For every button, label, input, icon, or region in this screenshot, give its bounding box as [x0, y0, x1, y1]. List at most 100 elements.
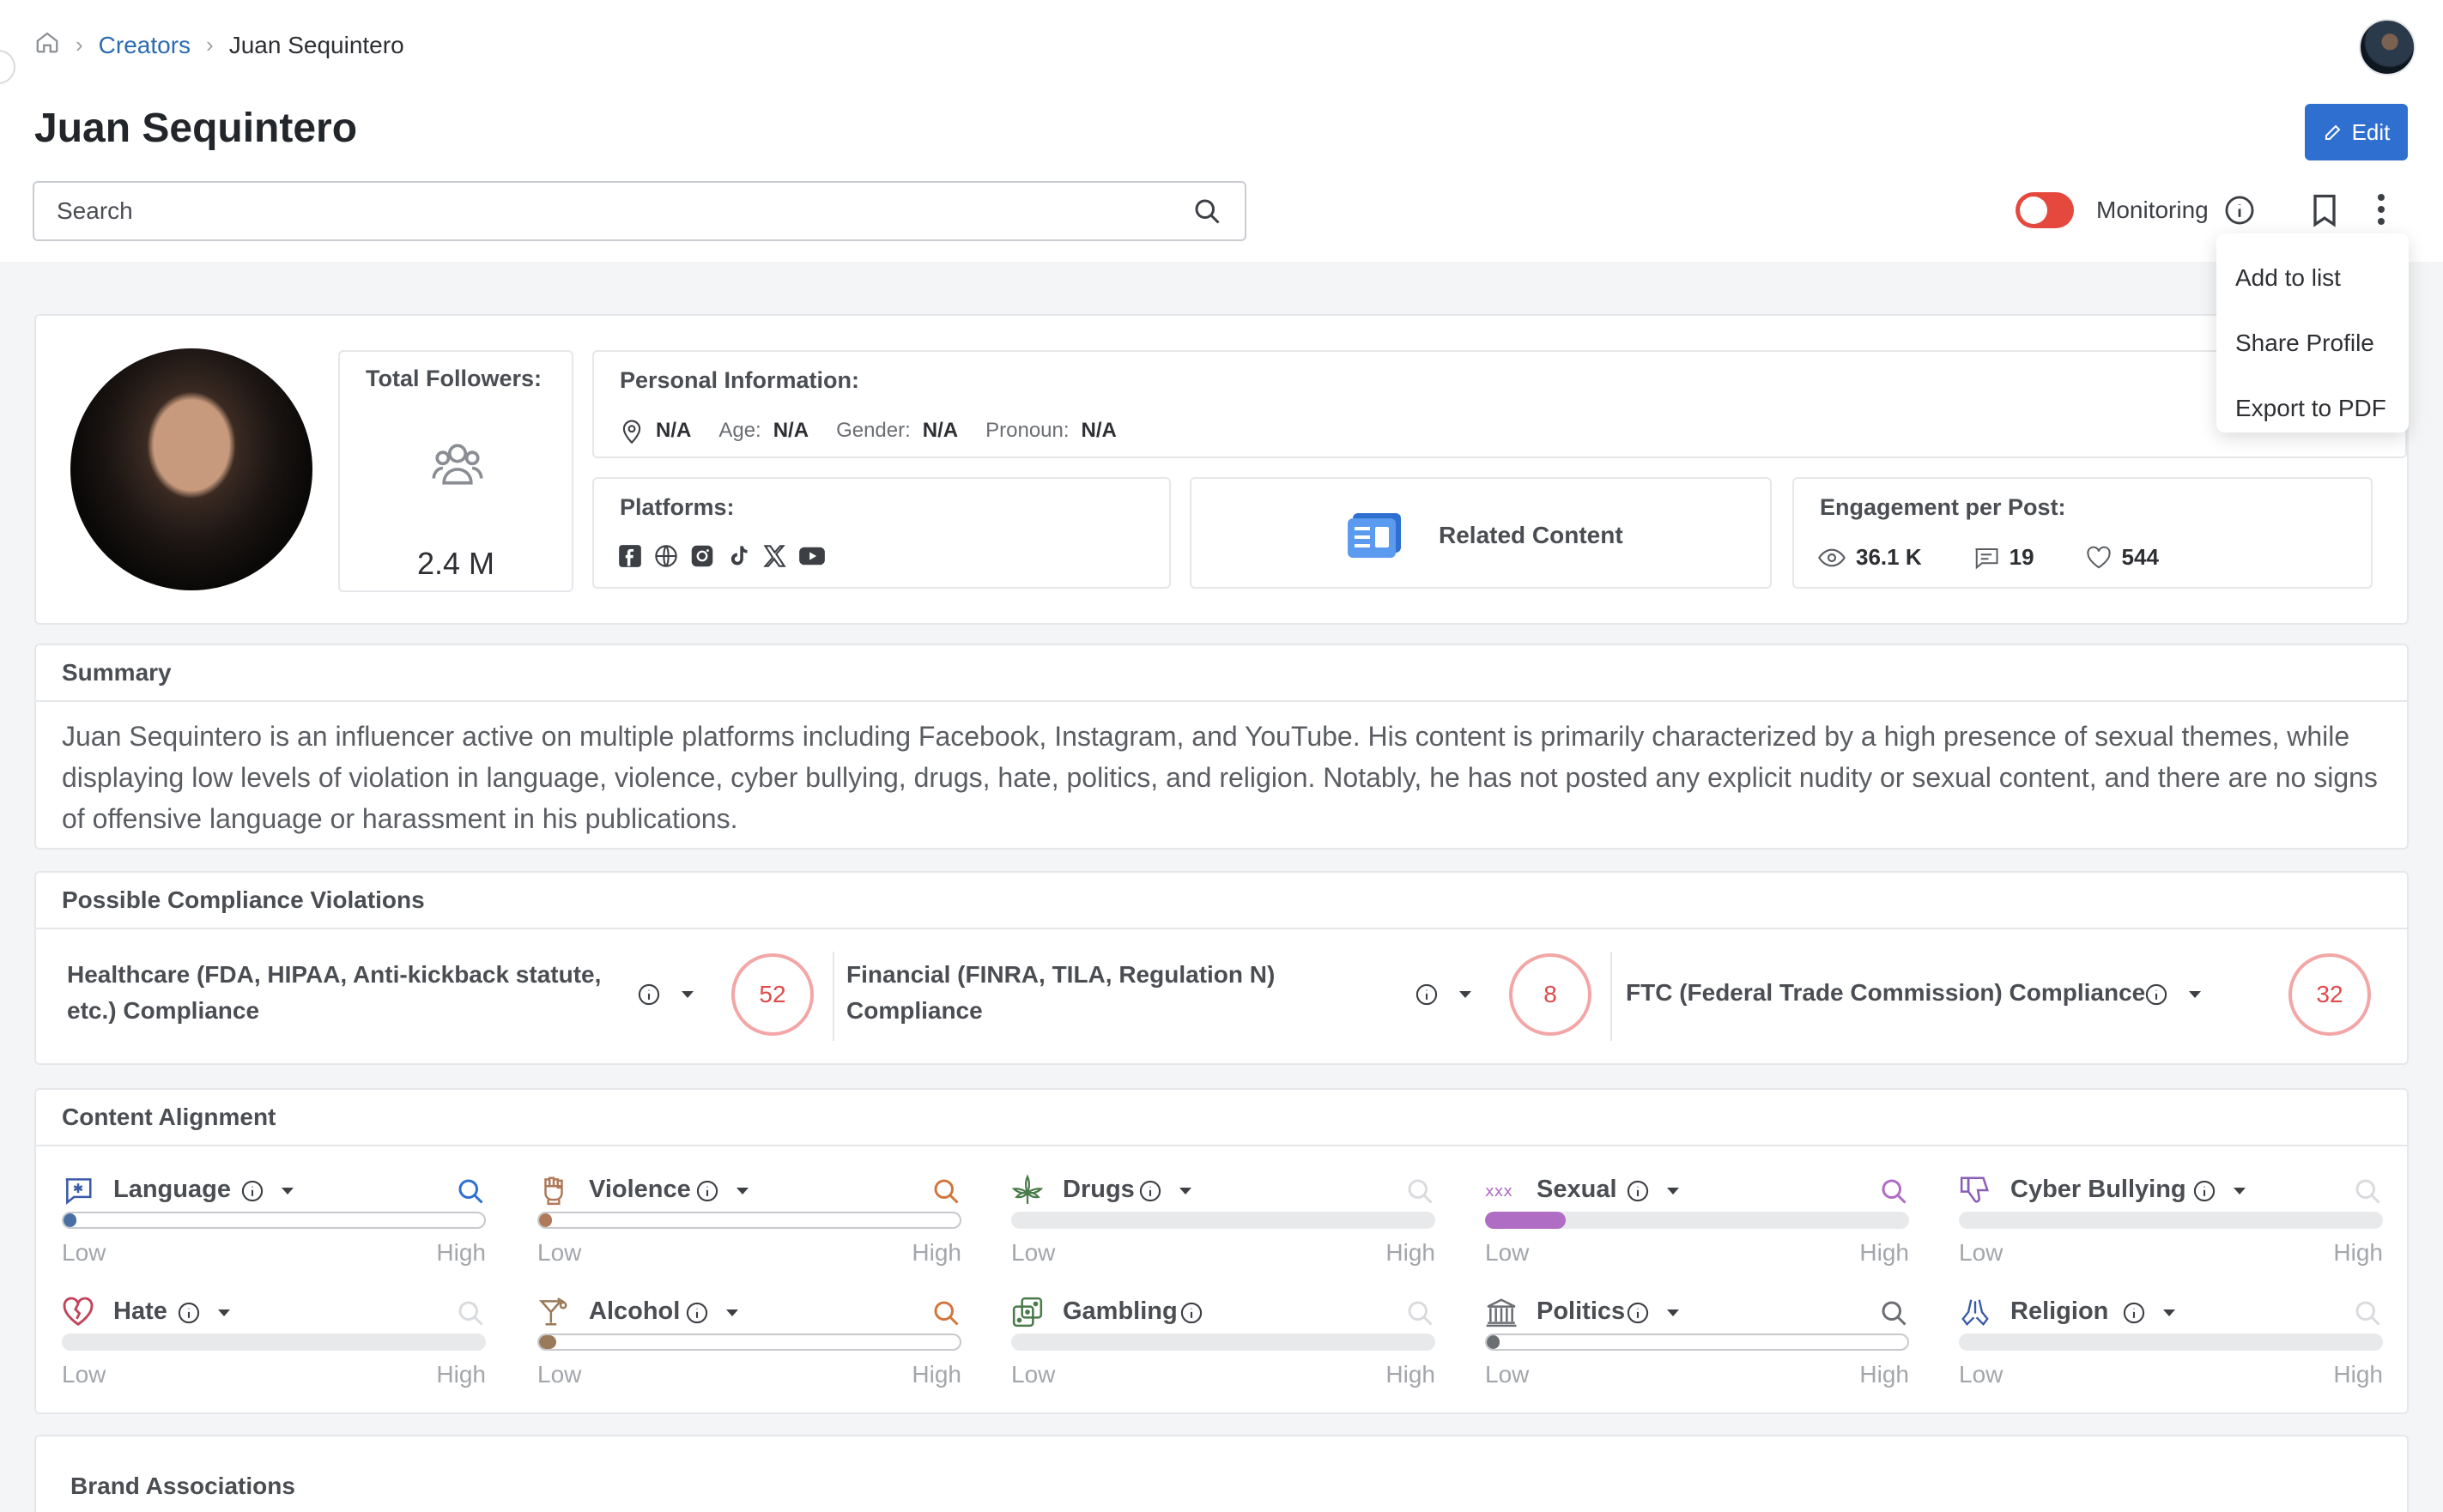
- search-icon[interactable]: [931, 1297, 961, 1328]
- info-icon[interactable]: [177, 1301, 201, 1325]
- praying-hands-icon: [1961, 1299, 1989, 1327]
- level-bar: [1485, 1212, 1909, 1229]
- info-icon[interactable]: [1626, 1179, 1650, 1203]
- compliance-financial-score: 8: [1509, 953, 1591, 1036]
- pronoun-label: Pronoun:: [985, 419, 1070, 442]
- platforms-box: Platforms:: [592, 477, 1171, 589]
- search-icon[interactable]: [455, 1297, 486, 1328]
- caret-down-icon[interactable]: [2187, 989, 2203, 1000]
- monitoring-label: Monitoring: [2096, 197, 2209, 223]
- info-icon[interactable]: [1626, 1301, 1650, 1325]
- info-icon[interactable]: [1415, 983, 1439, 1007]
- category-violence: Violence Low High: [537, 1174, 961, 1277]
- profile-photo: [70, 348, 312, 590]
- category-controls: [695, 1179, 750, 1203]
- caret-down-icon[interactable]: [280, 1186, 295, 1196]
- violence-fist-icon: [544, 1176, 563, 1206]
- search-field[interactable]: [33, 181, 1246, 241]
- tiktok-icon[interactable]: [726, 544, 750, 568]
- edit-label: Edit: [2351, 118, 2391, 145]
- search-icon[interactable]: [2352, 1297, 2383, 1328]
- level-bar: [1485, 1334, 1909, 1351]
- info-icon[interactable]: [685, 1301, 709, 1325]
- high-label: High: [912, 1361, 961, 1388]
- info-icon[interactable]: [1138, 1179, 1162, 1203]
- search-icon[interactable]: [1878, 1297, 1909, 1328]
- related-content-button[interactable]: Related Content: [1190, 477, 1772, 589]
- caret-down-icon[interactable]: [735, 1186, 750, 1196]
- web-icon[interactable]: [654, 544, 678, 568]
- monitoring-toggle[interactable]: [2016, 192, 2074, 228]
- caret-down-icon[interactable]: [216, 1308, 232, 1318]
- category-label: Language: [113, 1176, 231, 1203]
- info-icon[interactable]: [695, 1179, 719, 1203]
- search-icon[interactable]: [455, 1176, 486, 1207]
- search-input[interactable]: [57, 197, 1191, 225]
- content-alignment-title: Content Alignment: [36, 1090, 2407, 1146]
- menu-item-export-pdf[interactable]: Export to PDF: [2216, 376, 2409, 441]
- breadcrumb-creators-link[interactable]: Creators: [99, 32, 191, 59]
- search-icon[interactable]: [1404, 1297, 1435, 1328]
- x-icon[interactable]: [762, 544, 786, 568]
- caret-down-icon[interactable]: [1458, 989, 1473, 1000]
- compliance-title: Possible Compliance Violations: [36, 873, 2407, 929]
- info-icon[interactable]: [1179, 1301, 1203, 1325]
- svg-text:xxx: xxx: [1485, 1182, 1512, 1201]
- compliance-card: Possible Compliance Violations Healthcar…: [34, 871, 2409, 1065]
- level-bar-fill: [1487, 1335, 1500, 1349]
- comments-value: 19: [2009, 544, 2034, 570]
- info-icon[interactable]: [2223, 194, 2256, 227]
- platform-icons: [618, 544, 826, 568]
- search-icon[interactable]: [1191, 196, 1222, 227]
- menu-item-add-to-list[interactable]: Add to list: [2216, 245, 2409, 311]
- engagement-box: Engagement per Post: 36.1 K 19 544: [1792, 477, 2373, 589]
- search-icon[interactable]: [2352, 1176, 2383, 1207]
- caret-down-icon[interactable]: [724, 1308, 740, 1318]
- user-avatar[interactable]: [2359, 19, 2416, 76]
- info-icon[interactable]: [2144, 983, 2168, 1007]
- level-bar: [537, 1334, 961, 1351]
- edit-button[interactable]: Edit: [2305, 104, 2408, 160]
- category-label: Drugs: [1063, 1176, 1135, 1203]
- low-label: Low: [1959, 1361, 2004, 1388]
- info-icon[interactable]: [637, 983, 661, 1007]
- chevron-right-icon: ›: [76, 32, 83, 57]
- search-icon[interactable]: [1878, 1176, 1909, 1207]
- caret-down-icon[interactable]: [1665, 1308, 1681, 1318]
- category-controls: [2192, 1179, 2247, 1203]
- caret-down-icon[interactable]: [1178, 1186, 1193, 1196]
- caret-down-icon[interactable]: [2161, 1308, 2177, 1318]
- platforms-title: Platforms:: [620, 494, 735, 520]
- caret-down-icon[interactable]: [2232, 1186, 2247, 1196]
- info-icon[interactable]: [2192, 1179, 2216, 1203]
- facebook-icon[interactable]: [618, 544, 642, 568]
- compliance-ftc-score: 32: [2288, 953, 2371, 1036]
- high-label: High: [1859, 1361, 1909, 1388]
- category-label: Politics: [1537, 1297, 1626, 1325]
- category-drugs: Drugs Low High: [1011, 1174, 1435, 1277]
- caret-down-icon[interactable]: [1665, 1186, 1681, 1196]
- views-value: 36.1 K: [1856, 544, 1922, 570]
- pencil-icon: [2325, 124, 2341, 140]
- caret-down-icon[interactable]: [680, 989, 695, 1000]
- home-icon[interactable]: [34, 29, 60, 61]
- pronoun-value: N/A: [1081, 419, 1117, 442]
- compliance-ftc-label: FTC (Federal Trade Commission) Complianc…: [1626, 979, 2146, 1006]
- summary-card: Summary Juan Sequintero is an influencer…: [34, 644, 2409, 850]
- menu-item-share-profile[interactable]: Share Profile: [2216, 311, 2409, 376]
- bookmark-icon[interactable]: [2306, 191, 2343, 230]
- category-language: Language Low High: [62, 1174, 486, 1277]
- info-icon[interactable]: [240, 1179, 264, 1203]
- youtube-icon[interactable]: [798, 544, 826, 568]
- more-options-icon[interactable]: [2374, 192, 2388, 227]
- info-icon[interactable]: [2122, 1301, 2146, 1325]
- low-label: Low: [537, 1239, 582, 1266]
- category-label: Gambling: [1063, 1297, 1178, 1325]
- personal-info-row: N/A Age: N/A Gender: N/A Pronoun: N/A: [620, 417, 1117, 445]
- search-icon[interactable]: [931, 1176, 961, 1207]
- search-icon[interactable]: [1404, 1176, 1435, 1207]
- low-label: Low: [1011, 1361, 1056, 1388]
- category-controls: [2122, 1301, 2177, 1325]
- content-alignment-card: Content Alignment Language Low High Viol…: [34, 1088, 2409, 1414]
- instagram-icon[interactable]: [690, 544, 714, 568]
